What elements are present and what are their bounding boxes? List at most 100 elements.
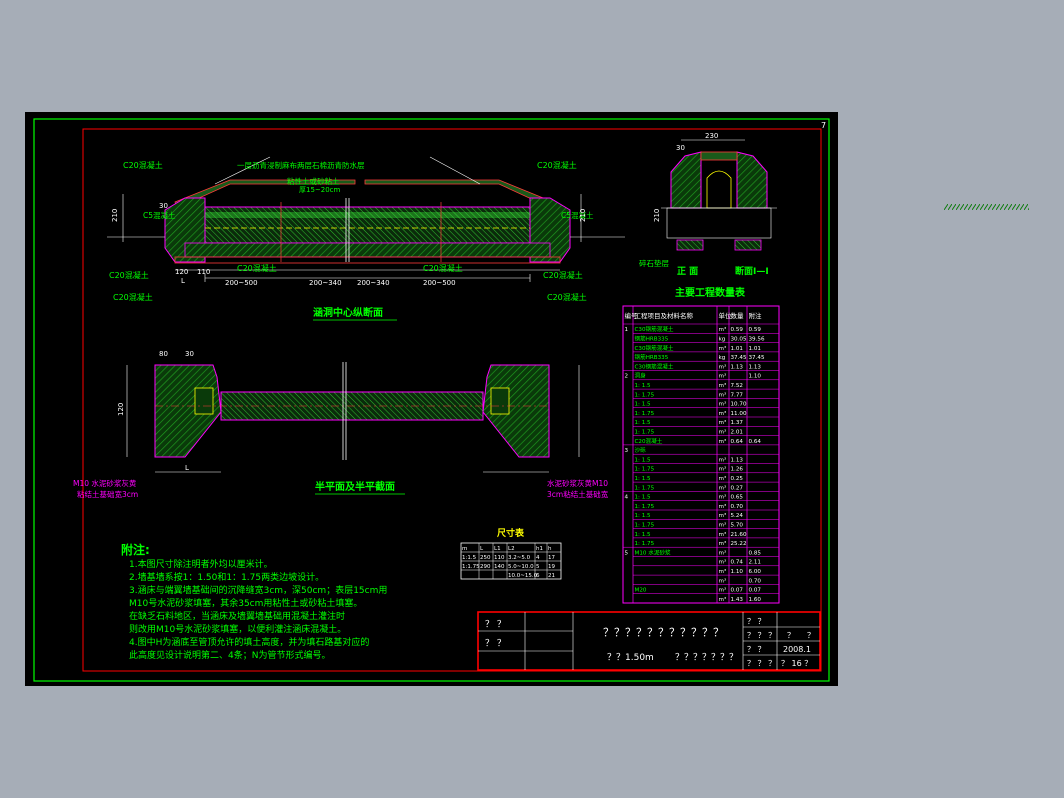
quantity-cell: 1: 1.5 <box>635 457 652 463</box>
quantity-cell: 钢筋HRB335 <box>635 353 669 361</box>
size-header-cell: h <box>548 546 552 552</box>
quantity-cell: 1.43 <box>731 597 744 603</box>
tb-r3a: ？ ？ <box>747 645 766 654</box>
note-line: 4.图中H为涵底至管顶允许的填土高度，并为填石路基对应的 <box>129 636 369 648</box>
quantity-cell: 10.70 <box>731 402 747 408</box>
quantity-cell: m³ <box>719 475 727 482</box>
quantity-cell: 1: 1.5 <box>635 495 652 501</box>
size-header-cell: L1 <box>494 546 501 552</box>
tb-r1a: ？ ？ <box>747 617 766 626</box>
quantity-cell: 沙砾 <box>635 446 647 454</box>
quantity-cell: 1: 1.5 <box>635 383 652 389</box>
tb-cell-2: ？ ？ <box>485 639 506 649</box>
quantity-cell: m³ <box>719 484 727 491</box>
quantity-table-title: 主要工程数量表 <box>675 286 746 299</box>
quantity-cell: 1: 1.5 <box>635 513 652 519</box>
dim-30: 30 <box>159 202 168 210</box>
tb-sub-title: ？？？？？？？ <box>675 653 738 663</box>
tb-cell-1: ？ ？ <box>485 620 506 630</box>
quantity-cell: 1.37 <box>731 420 744 426</box>
quantity-cell: 1: 1.75 <box>635 430 655 436</box>
plan-dim-l: L <box>185 464 189 472</box>
note-line: 在缺乏石料地区，当涵床及墙翼墙基础用混凝土灌注时 <box>129 610 345 622</box>
label-clay: 粘性土或砂粘土 <box>287 176 340 186</box>
quantity-cell: C30钢筋混凝土 <box>635 344 674 352</box>
quantity-cell: m³ <box>719 512 727 519</box>
quantity-cell: m³ <box>719 410 727 417</box>
tb-main-title: ？？？？？？？？？？？ <box>603 626 724 639</box>
quantity-cell: m³ <box>719 522 727 529</box>
size-cell: 290 <box>480 564 491 570</box>
quantity-cell: 25.22 <box>731 541 747 547</box>
quantity-cell: m³ <box>719 363 727 370</box>
quantity-cell: C20混凝土 <box>635 437 663 445</box>
quantity-cell: m³ <box>719 503 727 510</box>
label-c20-lower-right: C20混凝土 <box>547 292 587 302</box>
quantity-cell: 0.85 <box>749 550 762 556</box>
quantity-cell: 1: 1.75 <box>635 504 655 510</box>
quantity-cell: 1.60 <box>749 597 762 603</box>
quantity-cell: 0.65 <box>731 495 744 501</box>
label-c20-top-left: C20混凝土 <box>123 160 163 170</box>
size-cell: 17 <box>548 555 555 561</box>
quantity-cell: m³ <box>719 549 727 556</box>
size-cell: 3.2~5.0 <box>508 555 531 561</box>
plan-dim-30: 30 <box>185 350 194 358</box>
plan-dim-120: 120 <box>117 403 125 416</box>
quantity-cell: 1.13 <box>731 457 744 463</box>
quantity-cell: 0.70 <box>749 578 762 584</box>
label-c20-mid-right: C20混凝土 <box>423 263 463 273</box>
quantity-cell: 1 <box>625 327 629 333</box>
quantity-cell: M20 <box>635 588 647 594</box>
quantity-cell: 7.52 <box>731 383 743 389</box>
quantity-cell: 0.59 <box>731 327 744 333</box>
quantity-cell: m³ <box>719 419 727 426</box>
label-c20-top-right: C20混凝土 <box>537 160 577 170</box>
note-line: 此高度见设计说明第二、4条；N为管节形式编号。 <box>129 649 330 661</box>
quantity-cell: m³ <box>719 401 727 408</box>
cad-drawing-canvas: 7 C20混凝土 C20混凝土 一层沥青浸制麻布两层石棉沥青防水层 粘性土或砂粘… <box>25 112 838 686</box>
dim-200-500-b: 200~500 <box>423 279 456 287</box>
quantity-cell: m³ <box>719 326 727 333</box>
quantity-cell: 39.56 <box>749 337 765 343</box>
quantity-cell: 5.24 <box>731 513 744 519</box>
quantity-cell: M10 水泥砂浆 <box>635 548 672 556</box>
label-c20-lower-left: C20混凝土 <box>113 292 153 302</box>
label-c5-left: C5混凝土 <box>143 210 176 220</box>
label-thickness: 厚15~20cm <box>299 186 341 194</box>
quantity-cell: 3 <box>625 448 629 454</box>
quantity-cell: 37.45 <box>731 355 747 361</box>
quantity-cell: m³ <box>719 559 727 566</box>
quantity-cell: 0.59 <box>749 327 762 333</box>
dim-120: 120 <box>175 268 188 276</box>
elev-dim-top: 230 <box>705 132 718 140</box>
quantity-cell: 1: 1.75 <box>635 392 655 398</box>
quantity-cell: 0.25 <box>731 476 744 482</box>
label-c20-bottom-right: C20混凝土 <box>543 270 583 280</box>
dim-210-right: 210 <box>579 209 587 222</box>
quantity-cell: 1: 1.5 <box>635 532 652 538</box>
quantity-cell: C30钢筋混凝土 <box>635 325 674 333</box>
title-block: ？ ？ ？ ？ ？？？？？？？？？？？ ？？1.50m ？？？？？？？ ？ ？ … <box>477 611 821 671</box>
quantity-cell: m³ <box>719 438 727 445</box>
quantity-cell: 0.64 <box>731 439 744 445</box>
elev-dim-210: 210 <box>653 209 661 222</box>
quantity-cell: 洞身 <box>635 372 647 380</box>
label-c20-mid-left: C20混凝土 <box>237 263 277 273</box>
size-cell: 21 <box>548 573 555 579</box>
page-number: 7 <box>821 121 826 130</box>
elev-dim-30: 30 <box>676 144 685 152</box>
size-header-cell: L <box>480 546 484 552</box>
quantity-cell: m³ <box>719 373 727 380</box>
quantity-cell: 1: 1.75 <box>635 467 655 473</box>
quantity-cell: 2.11 <box>749 560 762 566</box>
tb-date: 2008.1 <box>783 645 811 654</box>
dim-200-340-a: 200~340 <box>309 279 342 287</box>
quantity-cell: 0.64 <box>749 439 762 445</box>
quantity-header-cell: 数量 <box>731 311 745 320</box>
dim-110: 110 <box>197 268 210 276</box>
quantity-cell: 0.27 <box>731 485 744 491</box>
cad-drawing: 7 C20混凝土 C20混凝土 一层沥青浸制麻布两层石棉沥青防水层 粘性土或砂粘… <box>33 118 830 682</box>
size-cell: 4 <box>536 555 540 561</box>
notes-heading: 附注: <box>121 542 150 557</box>
